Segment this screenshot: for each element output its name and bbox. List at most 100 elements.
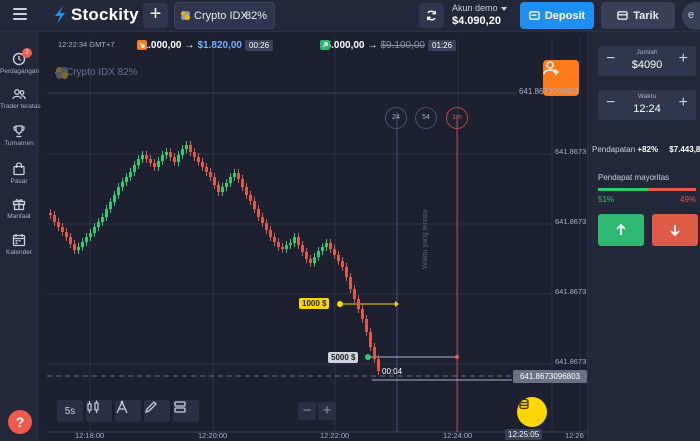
bet-point-white <box>365 354 371 360</box>
bet-marker-yellow[interactable]: 1000 $ <box>299 298 330 309</box>
sidebar-item-benefits[interactable]: Manfaat <box>0 197 38 220</box>
stockity-logo-icon <box>55 6 65 24</box>
draw-icon <box>116 400 128 414</box>
candle <box>369 332 372 347</box>
chart-asset-label[interactable]: Crypto IDX 82% <box>54 67 138 79</box>
time-stepper[interactable]: − Waktu 12:24 + <box>598 90 696 120</box>
current-time-label: 12:25:05 <box>505 429 543 440</box>
add-asset-button[interactable]: + <box>143 3 168 28</box>
trade-history-button[interactable] <box>517 397 547 427</box>
candle <box>117 187 120 195</box>
candle <box>221 187 224 192</box>
sidebar-item-label: Manfaat <box>7 213 31 220</box>
bet-marker-white[interactable]: 5000 $ <box>328 352 359 363</box>
top-price-label: 641.8673096801 <box>519 87 580 96</box>
candle <box>357 299 360 309</box>
time-axis-label: 12:26 <box>565 431 584 440</box>
candle <box>249 195 252 201</box>
candle <box>317 251 320 257</box>
candle <box>333 249 336 255</box>
candle <box>349 277 352 289</box>
chart-type-button[interactable] <box>86 400 112 422</box>
sidebar-item-top-traders[interactable]: Trader teratas <box>0 87 41 110</box>
app-window: Stockity + Crypto IDX 82% Akun demo $4.0… <box>0 0 700 441</box>
asset-tab-name: Crypto IDX <box>194 10 248 22</box>
candle <box>77 247 80 250</box>
sidebar-item-calendar[interactable]: Kalender <box>0 233 38 256</box>
switch-account-button[interactable] <box>419 3 444 28</box>
drawing-button[interactable] <box>144 400 170 422</box>
chart-asset-name: Crypto IDX 82% <box>66 67 138 78</box>
candle <box>173 157 176 162</box>
trades-badge: 2 <box>22 48 32 58</box>
sidebar-item-label: Trader teratas <box>0 103 41 110</box>
time-plus-button[interactable]: + <box>679 94 688 112</box>
candle <box>257 209 260 217</box>
trade-history-item[interactable]: $5.000,00 → $9.100,00 01:26 <box>320 40 457 51</box>
zoom-out-button[interactable]: − <box>298 402 316 420</box>
candle <box>105 209 108 217</box>
zoom-in-button[interactable]: + <box>318 402 336 420</box>
trade-history-item[interactable]: $1.000,00 → $1.820,00 00:26 <box>137 40 274 51</box>
candle <box>181 149 184 155</box>
trade-arrow: → <box>367 40 378 51</box>
candles-icon <box>87 400 99 413</box>
majority-bar <box>598 188 696 191</box>
logo[interactable]: Stockity <box>53 5 139 25</box>
amount-stepper[interactable]: − Jumlah $4090 + <box>598 46 696 76</box>
withdraw-button[interactable]: Tarik <box>601 2 675 29</box>
coins-stack-icon <box>519 398 529 410</box>
majority-bar-up <box>598 188 648 191</box>
timeframe-button[interactable]: 54 <box>415 107 437 129</box>
server-time: 12:22:34 GMT+7 <box>58 40 115 49</box>
candle <box>229 177 232 183</box>
candle <box>209 172 212 177</box>
buy-down-button[interactable] <box>652 214 698 246</box>
asset-tab-payout: 82% <box>244 10 267 22</box>
income-label: Pendapatan <box>592 145 636 154</box>
sidebar-item-label: Turnamen <box>4 140 34 147</box>
layout-button[interactable] <box>173 400 199 422</box>
time-remaining-label: Waktu yang tersisa <box>422 209 429 269</box>
asset-tab[interactable]: Crypto IDX 82% <box>174 2 275 29</box>
candle <box>309 259 312 263</box>
top-bar: Stockity + Crypto IDX 82% Akun demo $4.0… <box>0 0 700 32</box>
buy-up-button[interactable] <box>598 214 644 246</box>
trophy-icon <box>13 125 25 138</box>
candlestick-chart[interactable] <box>47 37 587 441</box>
deposit-label: Deposit <box>544 9 586 22</box>
candle <box>189 145 192 152</box>
candle <box>365 319 368 332</box>
candle <box>93 227 96 233</box>
wallet-icon <box>529 11 540 20</box>
people-icon <box>12 89 26 100</box>
candle <box>97 222 100 227</box>
avatar[interactable]: e <box>682 2 700 30</box>
trade-result: $9.100,00 <box>380 40 426 51</box>
candle <box>205 167 208 172</box>
candle <box>225 183 228 187</box>
candle <box>261 217 264 223</box>
candle <box>289 243 292 245</box>
timeframe-button[interactable]: 1m <box>446 107 468 129</box>
sidebar-item-trades[interactable]: 2 Perdagangan <box>0 48 39 75</box>
amount-plus-button[interactable]: + <box>679 50 688 68</box>
arrow-down-icon <box>670 225 680 237</box>
sidebar-item-tournaments[interactable]: Turnamen <box>0 124 38 147</box>
candle <box>73 244 76 250</box>
sidebar-item-market[interactable]: Pasar <box>0 162 38 185</box>
timeframe-5s-button[interactable]: 5s <box>57 400 83 422</box>
hamburger-menu-icon[interactable] <box>13 8 27 20</box>
account-selector[interactable]: Akun demo $4.090,20 <box>452 3 507 27</box>
trade-timer: 01:26 <box>428 40 457 51</box>
help-button[interactable]: ? <box>8 410 32 434</box>
price-chart[interactable]: 12:22:34 GMT+7 $1.000,00 → $1.820,00 00:… <box>47 37 587 441</box>
income-value: $7.443,8 <box>669 145 700 154</box>
indicators-button[interactable] <box>115 400 141 422</box>
timeframe-button[interactable]: 24 <box>385 107 407 129</box>
candle <box>341 261 344 267</box>
candle <box>57 222 60 227</box>
deposit-button[interactable]: Deposit <box>520 2 594 29</box>
candle <box>233 173 236 177</box>
price-axis-label: 641.8673 <box>555 147 587 156</box>
